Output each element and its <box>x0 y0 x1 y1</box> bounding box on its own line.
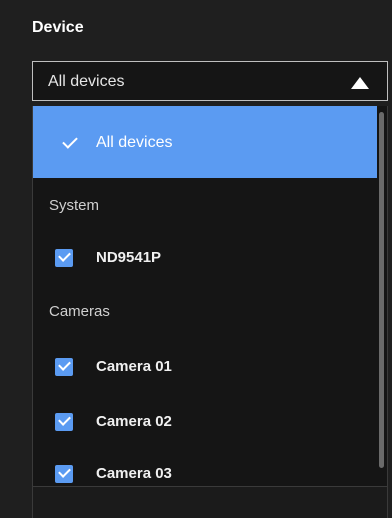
list-item-label: Camera 02 <box>96 413 172 430</box>
group-label-cameras: Cameras <box>49 303 110 320</box>
list-item-nd9541p[interactable]: ND9541P <box>33 237 377 281</box>
list-item-label: Camera 01 <box>96 358 172 375</box>
device-dropdown-list: All devices System ND9541P Cameras Camer… <box>32 106 388 486</box>
group-label-system: System <box>49 197 100 214</box>
option-all-devices-label: All devices <box>96 134 173 151</box>
section-title: Device <box>32 19 84 36</box>
caret-up-icon[interactable] <box>351 77 369 89</box>
list-item-label: Camera 03 <box>96 465 172 482</box>
dropdown-footer <box>32 486 388 518</box>
device-select[interactable]: All devices <box>32 61 388 101</box>
dropdown-scrollbar[interactable] <box>379 112 384 468</box>
checkbox-checked-icon[interactable] <box>55 358 73 376</box>
checkbox-checked-icon[interactable] <box>55 413 73 431</box>
device-filter-panel: Device All devices All devices System ND… <box>0 0 392 518</box>
checkmark-icon <box>58 249 71 262</box>
checkbox-checked-icon[interactable] <box>55 465 73 483</box>
device-select-value: All devices <box>48 73 125 90</box>
checkmark-icon <box>58 465 71 478</box>
list-item-camera-03[interactable]: Camera 03 <box>33 453 377 486</box>
list-item-camera-02[interactable]: Camera 02 <box>33 401 377 445</box>
list-item-label: ND9541P <box>96 249 162 266</box>
checkmark-icon <box>62 133 78 149</box>
option-all-devices[interactable]: All devices <box>33 106 377 178</box>
checkbox-checked-icon[interactable] <box>55 249 73 267</box>
checkmark-icon <box>58 413 71 426</box>
checkmark-icon <box>58 358 71 371</box>
list-item-camera-01[interactable]: Camera 01 <box>33 346 377 390</box>
